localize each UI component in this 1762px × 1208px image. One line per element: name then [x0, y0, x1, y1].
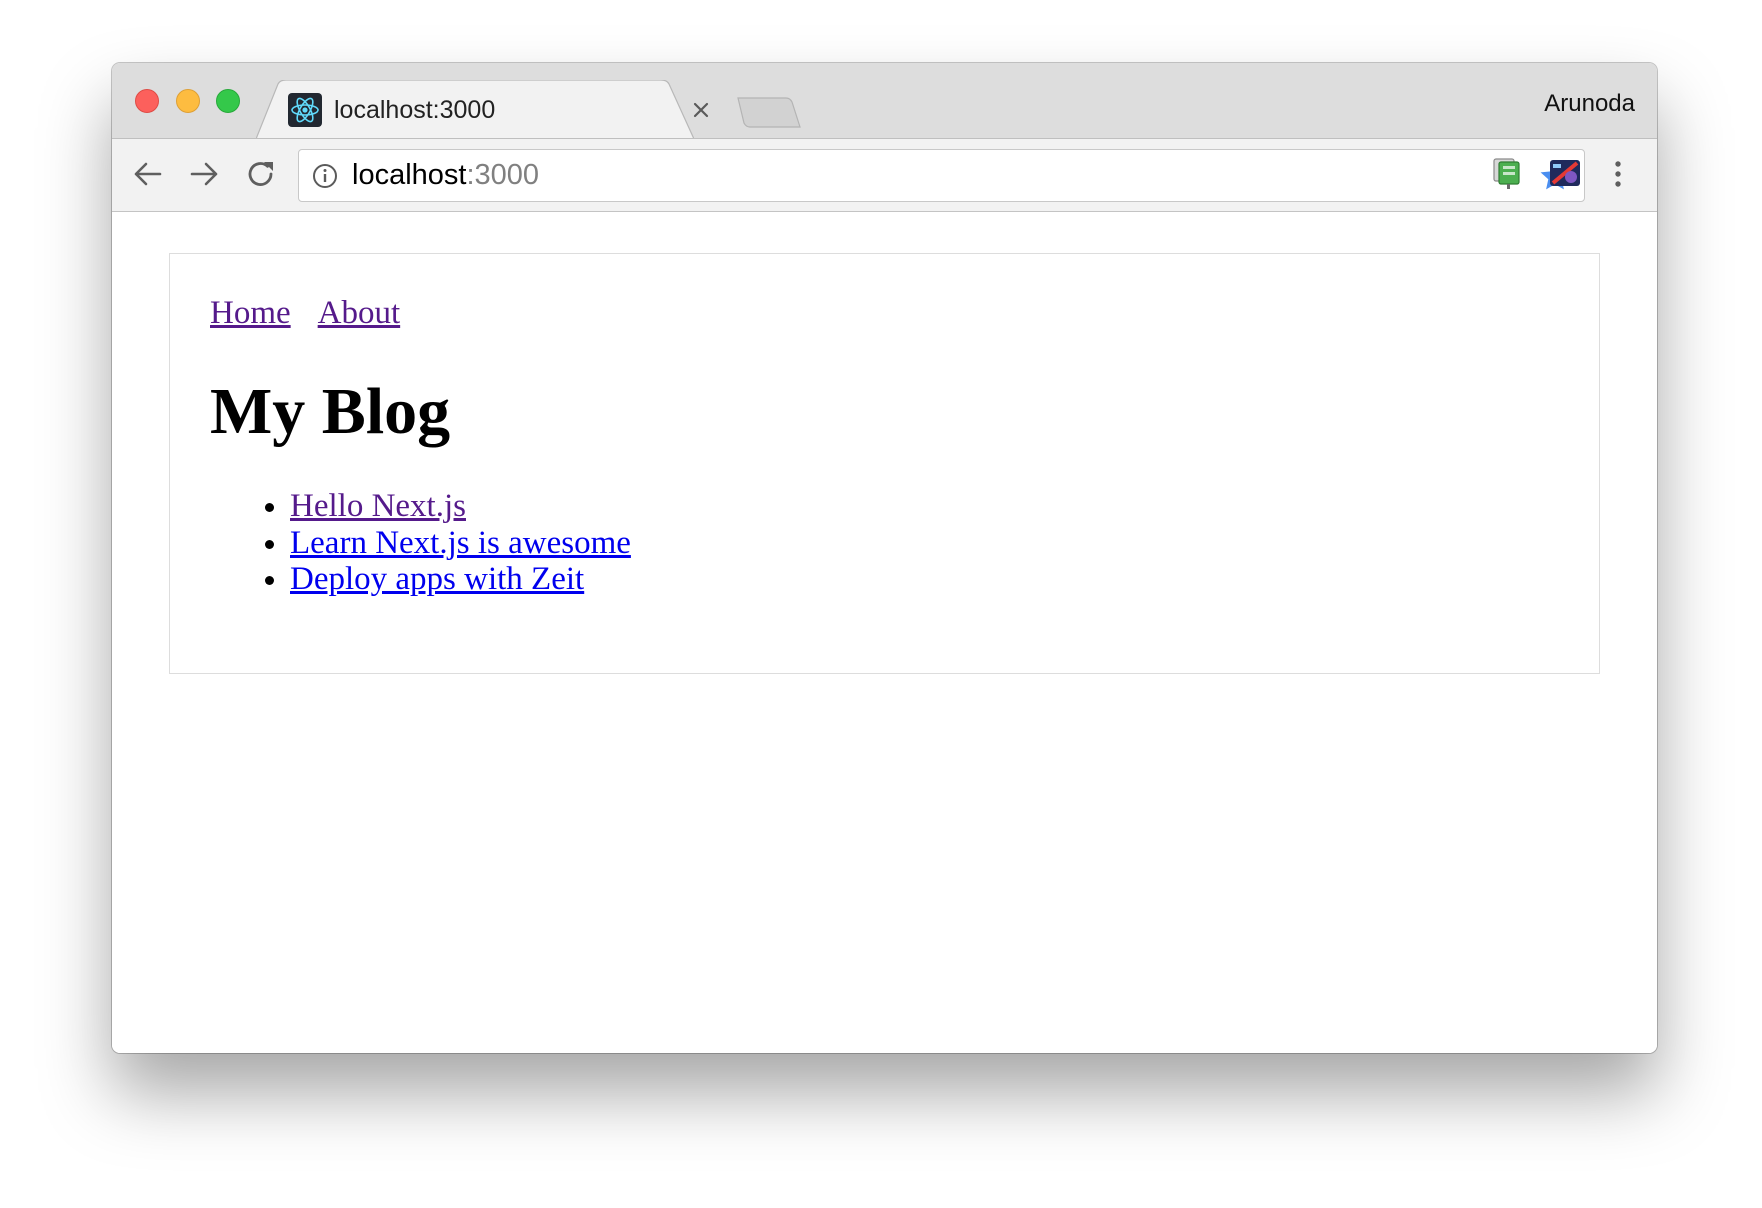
forward-icon[interactable]: [185, 155, 223, 193]
post-link[interactable]: Hello Next.js: [290, 488, 466, 524]
page-viewport: Home About My Blog Hello Next.js Learn Ne…: [112, 212, 1657, 1053]
tab-title: localhost:3000: [334, 96, 496, 124]
layout-container: Home About My Blog Hello Next.js Learn Ne…: [169, 253, 1600, 674]
browser-window: localhost:3000 Arunoda localhost:3000 Ho…: [112, 63, 1657, 1053]
list-item: Deploy apps with Zeit: [290, 561, 631, 598]
info-icon[interactable]: [312, 163, 338, 189]
page-title: My Blog: [210, 375, 451, 448]
url-text[interactable]: localhost:3000: [352, 150, 539, 201]
menu-icon[interactable]: [1610, 155, 1626, 193]
url-host: localhost: [352, 159, 467, 191]
list-item: Learn Next.js is awesome: [290, 525, 631, 562]
reload-icon[interactable]: [242, 155, 280, 193]
post-link[interactable]: Learn Next.js is awesome: [290, 525, 631, 561]
address-bar[interactable]: localhost:3000: [298, 149, 1585, 202]
close-icon[interactable]: [686, 95, 716, 125]
back-icon[interactable]: [129, 155, 167, 193]
tab-strip: localhost:3000 Arunoda: [112, 63, 1657, 139]
react-icon: [288, 93, 322, 127]
nav-link-about[interactable]: About: [318, 295, 401, 331]
nav-link-home[interactable]: Home: [210, 295, 291, 331]
extension-icon[interactable]: [1490, 155, 1524, 191]
page-nav: Home About: [210, 291, 400, 335]
window-minimize-button[interactable]: [176, 89, 200, 113]
browser-toolbar: localhost:3000: [112, 138, 1657, 212]
list-item: Hello Next.js: [290, 488, 631, 525]
profile-name[interactable]: Arunoda: [1544, 87, 1635, 121]
url-port: :3000: [466, 159, 540, 191]
window-maximize-button[interactable]: [216, 89, 240, 113]
post-link[interactable]: Deploy apps with Zeit: [290, 561, 584, 597]
extension-icon[interactable]: [1547, 155, 1583, 191]
screenshot-stage: localhost:3000 Arunoda localhost:3000 Ho…: [0, 0, 1762, 1208]
window-close-button[interactable]: [135, 89, 159, 113]
new-tab-button[interactable]: [736, 96, 802, 129]
post-list: Hello Next.js Learn Next.js is awesome D…: [210, 488, 631, 598]
